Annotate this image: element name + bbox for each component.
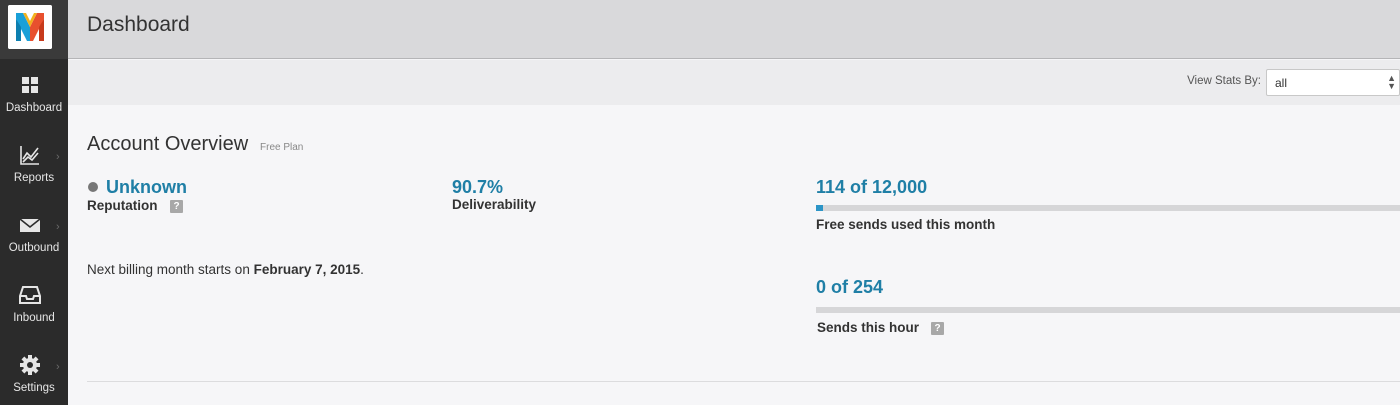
sidebar-item-outbound[interactable]: › Outbound xyxy=(0,199,68,269)
hourly-sends-help-icon[interactable]: ? xyxy=(931,322,944,335)
billing-suffix: . xyxy=(360,262,364,277)
plan-badge: Free Plan xyxy=(260,142,304,153)
monthly-sends-label: Free sends used this month xyxy=(816,217,996,232)
sidebar-item-label: Inbound xyxy=(13,312,55,324)
page-header: Dashboard xyxy=(68,0,1400,59)
grid-icon xyxy=(19,74,41,96)
envelope-icon xyxy=(19,214,41,236)
mandrill-logo[interactable] xyxy=(8,5,52,49)
sidebar-item-reports[interactable]: › Reports xyxy=(0,129,68,199)
chevron-right-icon: › xyxy=(56,221,60,233)
sidebar-item-inbound[interactable]: Inbound xyxy=(0,269,68,339)
deliverability-label: Deliverability xyxy=(452,197,537,212)
deliverability-value: 90.7% xyxy=(452,177,504,197)
sidebar-item-settings[interactable]: › Settings xyxy=(0,339,68,405)
sidebar-item-label: Outbound xyxy=(8,242,60,254)
billing-date: February 7, 2015 xyxy=(253,262,361,277)
chevron-right-icon: › xyxy=(56,361,60,373)
reputation-label: Reputation xyxy=(87,198,158,213)
reputation-value: Unknown xyxy=(106,177,187,197)
hourly-sends-progress xyxy=(816,307,1400,313)
hourly-sends-label: Sends this hour xyxy=(817,320,920,335)
select-arrows-icon: ▲ ▼ xyxy=(1387,73,1396,91)
reputation-help-icon[interactable]: ? xyxy=(170,200,183,213)
monthly-sends-value: 114 of 12,000 xyxy=(816,177,928,197)
stats-filter-select[interactable]: all ▲ ▼ xyxy=(1266,69,1400,96)
sidebar: Dashboard › Reports › Outbound Inbound ›… xyxy=(0,0,68,405)
sidebar-item-label: Reports xyxy=(13,172,55,184)
monthly-sends-progress xyxy=(816,205,1400,211)
inbox-icon xyxy=(19,284,41,306)
billing-note: Next billing month starts on February 7,… xyxy=(87,262,364,277)
logo-area xyxy=(0,0,68,59)
stats-filter-label: View Stats By: xyxy=(1187,75,1261,87)
section-title: Account Overview xyxy=(87,133,249,155)
billing-prefix: Next billing month starts on xyxy=(87,262,254,277)
monthly-sends-progress-fill xyxy=(816,205,823,211)
hourly-sends-value: 0 of 254 xyxy=(816,277,884,297)
account-overview: Account Overview Free Plan Unknown Reput… xyxy=(68,105,1400,405)
sidebar-item-label: Settings xyxy=(13,382,55,394)
sidebar-item-dashboard[interactable]: Dashboard xyxy=(0,59,68,129)
stats-filter-bar: View Stats By: all ▲ ▼ xyxy=(68,60,1400,105)
stats-filter-value: all xyxy=(1275,76,1288,90)
reputation-status-dot xyxy=(88,182,98,192)
section-divider xyxy=(87,381,1400,382)
page-title: Dashboard xyxy=(87,13,190,36)
gear-icon xyxy=(19,354,41,376)
chevron-right-icon: › xyxy=(56,151,60,163)
chart-icon xyxy=(19,144,41,166)
sidebar-item-label: Dashboard xyxy=(5,102,63,114)
